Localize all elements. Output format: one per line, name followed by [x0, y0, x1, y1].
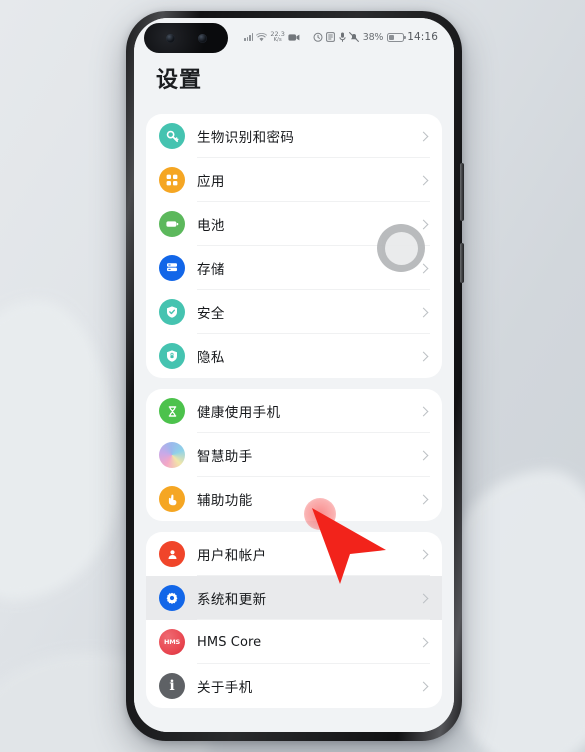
ai-assistant-sphere-icon [159, 442, 185, 468]
chevron-right-icon [418, 681, 429, 691]
settings-row-biometrics[interactable]: 生物识别和密码 [146, 114, 442, 158]
signal-bars-icon [244, 33, 254, 41]
page-title: 设置 [134, 56, 454, 108]
status-bar: 22.3 K/s 38% 14:16 [134, 18, 454, 56]
shield-check-icon [159, 299, 185, 325]
storage-icon [159, 255, 185, 281]
dual-camera-cutout [144, 23, 228, 53]
chevron-right-icon [418, 263, 429, 273]
battery-icon [386, 32, 406, 42]
camera-lens-icon [165, 33, 175, 43]
settings-row-accessibility[interactable]: 辅助功能 [146, 477, 442, 521]
settings-row-label: HMS Core [197, 634, 262, 650]
accessibility-hand-icon [159, 486, 185, 512]
settings-row-label: 系统和更新 [197, 592, 267, 608]
battery-percent-label: 38% [362, 31, 384, 43]
vpn-icon [326, 32, 336, 42]
assistive-touch-ball[interactable] [377, 224, 425, 272]
phone-screen: 22.3 K/s 38% 14:16 设置 生物识别和密码 应用 电池 存储 安… [134, 18, 454, 732]
settings-row-about-phone[interactable]: i 关于手机 [146, 664, 442, 708]
settings-list[interactable]: 生物识别和密码 应用 电池 存储 安全 隐私 健康使用手机 智慧助手 辅助功能 … [134, 114, 454, 732]
settings-row-label: 关于手机 [197, 680, 253, 696]
settings-row-digital-balance[interactable]: 健康使用手机 [146, 389, 442, 433]
settings-row-users-accounts[interactable]: 用户和帐户 [146, 532, 442, 576]
wallpaper-blob-left [0, 300, 120, 600]
system-update-gear-icon [159, 585, 185, 611]
chevron-right-icon [418, 131, 429, 141]
power-button[interactable] [460, 243, 464, 283]
settings-row-system-update[interactable]: 系统和更新 [146, 576, 442, 620]
status-bar-right-icons: 38% 14:16 [313, 31, 438, 43]
chevron-right-icon [418, 351, 429, 361]
about-phone-info-icon: i [159, 673, 185, 699]
apps-grid-icon [159, 167, 185, 193]
privacy-lock-icon [159, 343, 185, 369]
info-glyph: i [169, 678, 175, 694]
settings-group-account-system: 用户和帐户 系统和更新 HMS HMS Core i 关于手机 [146, 532, 442, 708]
clock-label: 14:16 [407, 31, 438, 43]
network-speed-indicator: 22.3 K/s [270, 31, 284, 43]
settings-row-label: 生物识别和密码 [197, 130, 295, 146]
chevron-right-icon [418, 494, 429, 504]
status-bar-left-icons: 22.3 K/s [244, 31, 300, 43]
chevron-right-icon [418, 549, 429, 559]
fingerprint-key-icon [159, 123, 185, 149]
settings-row-label: 隐私 [197, 350, 225, 366]
hms-core-icon: HMS [159, 629, 185, 655]
hms-core-badge-text: HMS [164, 638, 180, 646]
settings-row-hms-core[interactable]: HMS HMS Core [146, 620, 442, 664]
settings-row-smart-assistant[interactable]: 智慧助手 [146, 433, 442, 477]
phone-device: 22.3 K/s 38% 14:16 设置 生物识别和密码 应用 电池 存储 安… [126, 11, 464, 741]
battery-icon [159, 211, 185, 237]
mute-bell-icon [349, 32, 360, 42]
volume-button[interactable] [460, 163, 464, 221]
screenshot-scene: 22.3 K/s 38% 14:16 设置 生物识别和密码 应用 电池 存储 安… [0, 0, 585, 752]
user-account-icon [159, 541, 185, 567]
chevron-right-icon [418, 593, 429, 603]
mic-icon [339, 32, 346, 42]
settings-row-security[interactable]: 安全 [146, 290, 442, 334]
settings-row-label: 智慧助手 [197, 449, 253, 465]
settings-row-label: 健康使用手机 [197, 405, 281, 421]
alarm-icon [313, 32, 323, 42]
hourglass-icon [159, 398, 185, 424]
screen-record-icon [288, 33, 300, 42]
camera-lens-icon [197, 33, 207, 43]
chevron-right-icon [418, 450, 429, 460]
settings-row-privacy[interactable]: 隐私 [146, 334, 442, 378]
settings-group-wellbeing: 健康使用手机 智慧助手 辅助功能 [146, 389, 442, 521]
chevron-right-icon [418, 307, 429, 317]
red-pointer-arrow-cursor [312, 508, 386, 584]
chevron-right-icon [418, 219, 429, 229]
battery-fill [388, 34, 394, 40]
settings-row-apps[interactable]: 应用 [146, 158, 442, 202]
wifi-icon [256, 32, 268, 42]
chevron-right-icon [418, 406, 429, 416]
network-speed-unit: K/s [273, 36, 282, 43]
settings-row-label: 应用 [197, 174, 225, 190]
chevron-right-icon [418, 175, 429, 185]
settings-row-label: 安全 [197, 306, 225, 322]
chevron-right-icon [418, 637, 429, 647]
